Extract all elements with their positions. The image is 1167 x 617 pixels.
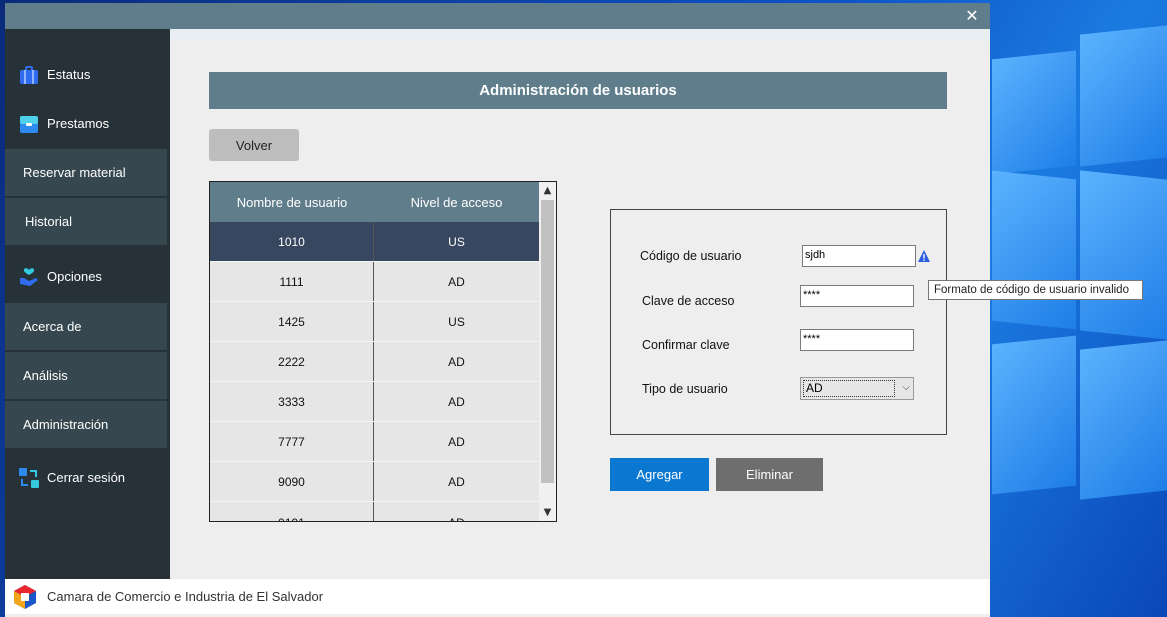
cell-access-level: AD xyxy=(448,474,465,489)
sidebar-item-opciones[interactable]: Opciones xyxy=(5,253,167,300)
windows-logo-pane xyxy=(1080,25,1167,167)
table-row[interactable]: 2222 AD xyxy=(210,342,539,382)
sidebar-item-label: Administración xyxy=(23,417,109,432)
sidebar-item-label: Reservar material xyxy=(23,165,126,180)
password-label: Clave de acceso xyxy=(642,294,735,308)
cell-username: 1425 xyxy=(210,302,374,341)
table-row[interactable]: 1010 US xyxy=(210,222,539,262)
scrollbar-thumb[interactable] xyxy=(541,200,554,483)
sidebar: Estatus Prestamos Reservar material Hist… xyxy=(5,29,170,582)
sidebar-item-label: Acerca de xyxy=(23,319,82,334)
cell-access-level: AD xyxy=(448,354,465,369)
sidebar-item-reservar-material[interactable]: Reservar material xyxy=(5,149,167,196)
column-header-access-level[interactable]: Nivel de acceso xyxy=(374,182,539,222)
hand-heart-icon xyxy=(18,266,40,288)
sidebar-item-prestamos[interactable]: Prestamos xyxy=(5,100,167,147)
sidebar-item-label: Análisis xyxy=(23,368,68,383)
cell-username: 9191 xyxy=(210,502,374,521)
sidebar-item-historial[interactable]: Historial xyxy=(5,198,167,245)
user-code-field[interactable]: sjdh xyxy=(802,245,916,267)
delete-button[interactable]: Eliminar xyxy=(716,458,823,491)
sidebar-item-label: Prestamos xyxy=(47,116,110,131)
user-form-panel xyxy=(610,209,947,435)
cell-access-level: AD xyxy=(448,274,465,289)
sidebar-item-label: Opciones xyxy=(47,269,102,284)
table-row[interactable]: 1425 US xyxy=(210,302,539,342)
add-button[interactable]: Agregar xyxy=(610,458,709,491)
cell-access-level: US xyxy=(448,314,465,329)
column-header-username[interactable]: Nombre de usuario xyxy=(210,182,374,222)
table-row[interactable]: 3333 AD xyxy=(210,382,539,422)
table-row[interactable]: 7777 AD xyxy=(210,422,539,462)
sidebar-item-analisis[interactable]: Análisis xyxy=(5,352,167,399)
briefcase-icon xyxy=(18,64,40,86)
inbox-icon xyxy=(18,113,40,135)
sidebar-item-administracion[interactable]: Administración xyxy=(5,401,167,448)
sidebar-item-label: Historial xyxy=(25,214,72,229)
close-button[interactable]: ✕ xyxy=(962,6,982,26)
confirm-password-field[interactable]: **** xyxy=(800,329,914,351)
validation-tooltip: Formato de código de usuario invalido xyxy=(928,280,1143,300)
sidebar-item-cerrar-sesion[interactable]: Cerrar sesión xyxy=(5,454,167,501)
sidebar-item-estatus[interactable]: Estatus xyxy=(5,51,167,98)
windows-logo-pane xyxy=(992,50,1076,175)
scroll-up-arrow-icon[interactable]: ▲ xyxy=(539,182,556,199)
cell-username: 1010 xyxy=(210,222,374,261)
cell-username: 1111 xyxy=(210,262,374,301)
sidebar-item-label: Cerrar sesión xyxy=(47,470,126,485)
cell-username: 2222 xyxy=(210,342,374,381)
cell-access-level: AD xyxy=(448,394,465,409)
users-table: Nombre de usuario Nivel de acceso 1010 U… xyxy=(209,181,557,522)
user-type-value: AD xyxy=(803,380,895,397)
table-row[interactable]: 9191 AD xyxy=(210,502,539,521)
user-type-label: Tipo de usuario xyxy=(642,382,728,396)
back-button[interactable]: Volver xyxy=(209,129,299,161)
windows-logo-pane xyxy=(992,335,1076,495)
cell-username: 9090 xyxy=(210,462,374,501)
windows-logo-pane xyxy=(1080,170,1167,340)
content-top-strip xyxy=(170,29,990,41)
table-row[interactable]: 1111 AD xyxy=(210,262,539,302)
chevron-down-icon: ⌵ xyxy=(902,382,910,393)
cell-access-level: AD xyxy=(448,434,465,449)
sidebar-item-acerca-de[interactable]: Acerca de xyxy=(5,303,167,350)
cell-username: 3333 xyxy=(210,382,374,421)
cell-username: 7777 xyxy=(210,422,374,461)
table-scrollbar[interactable]: ▲ ▼ xyxy=(539,182,556,521)
table-header: Nombre de usuario Nivel de acceso xyxy=(210,182,539,222)
title-bar: ✕ xyxy=(5,3,990,29)
footer: Camara de Comercio e Industria de El Sal… xyxy=(5,579,990,614)
sidebar-item-label: Estatus xyxy=(47,67,91,82)
cell-access-level: AD xyxy=(374,502,539,521)
scroll-down-arrow-icon[interactable]: ▼ xyxy=(539,504,556,521)
warning-icon xyxy=(917,248,931,262)
page-title: Administración de usuarios xyxy=(209,72,947,109)
logout-swap-icon xyxy=(18,467,40,489)
windows-logo-pane xyxy=(1080,340,1167,500)
password-field[interactable]: **** xyxy=(800,285,914,307)
footer-text: Camara de Comercio e Industria de El Sal… xyxy=(47,589,324,604)
table-row[interactable]: 9090 AD xyxy=(210,462,539,502)
windows-logo-pane xyxy=(992,170,1076,330)
code-label: Código de usuario xyxy=(640,249,742,263)
chamber-logo-icon xyxy=(12,584,38,610)
cell-access-level: US xyxy=(448,234,465,249)
user-type-select[interactable]: AD ⌵ xyxy=(800,377,914,400)
confirm-password-label: Confirmar clave xyxy=(642,338,730,352)
